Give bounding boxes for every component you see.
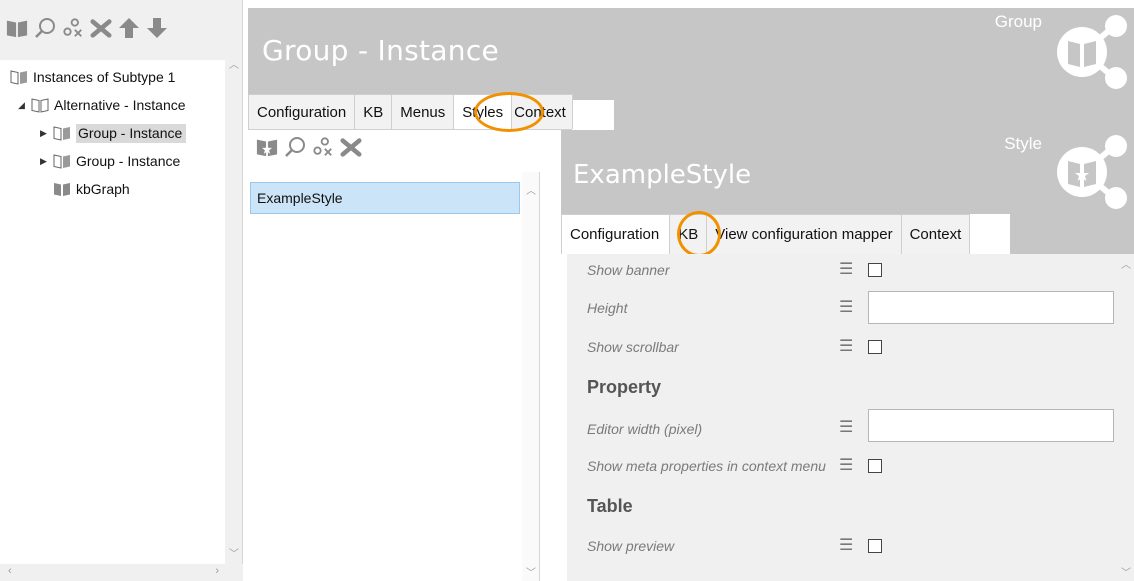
tab-configuration[interactable]: Configuration [561, 214, 671, 254]
scroll-down-icon[interactable]: ﹀ [229, 545, 239, 560]
delete-icon[interactable] [340, 136, 362, 158]
add-style-icon[interactable] [256, 136, 278, 158]
book-icon [54, 183, 70, 196]
collapsed-arrow-icon[interactable]: ▶ [40, 128, 48, 139]
tree-item-label: Group - Instance [76, 123, 187, 143]
book-outline-icon [10, 70, 27, 85]
scroll-up-icon[interactable]: ︿ [229, 56, 239, 71]
property-menu-icon[interactable]: ☰ [839, 420, 853, 436]
tab-styles[interactable]: Styles [453, 94, 513, 129]
style-tabs: Configuration KB View configuration mapp… [561, 214, 971, 254]
show-banner-label: Show banner [587, 262, 670, 278]
tree-item-group-instance-1[interactable]: ▶ Group - Instance [40, 122, 187, 144]
move-down-icon[interactable] [146, 17, 168, 39]
group-tabs: Configuration KB Menus Styles Context [248, 94, 573, 130]
styles-toolbar [256, 136, 362, 158]
height-input[interactable] [868, 291, 1114, 324]
group-share-icon [1044, 12, 1128, 95]
group-kind-label: Group [994, 12, 1042, 31]
scroll-left-icon[interactable]: ‹ [8, 565, 12, 577]
style-header: ExampleStyle Style [561, 130, 1134, 214]
tree-item-label: Group - Instance [76, 153, 181, 169]
styles-list-scrollbar[interactable]: ︿ ﹀ [522, 172, 539, 581]
instance-tree: Instances of Subtype 1 ◢ Alternative - I… [0, 60, 226, 565]
expanded-arrow-icon[interactable]: ◢ [18, 100, 26, 111]
editor-width-label: Editor width (pixel) [587, 421, 703, 437]
scroll-up-icon[interactable]: ︿ [526, 182, 536, 197]
styles-list: ExampleStyle ︿ ﹀ [248, 172, 540, 581]
tree-vertical-scrollbar[interactable]: ︿ ﹀ [225, 52, 242, 564]
tree-toolbar [6, 12, 168, 44]
tree-item-instances-of-subtype-1[interactable]: Instances of Subtype 1 [10, 66, 175, 88]
show-meta-properties-checkbox[interactable] [868, 459, 882, 473]
property-menu-icon[interactable]: ☰ [839, 538, 853, 554]
show-preview-label: Show preview [587, 538, 675, 554]
scroll-down-icon[interactable]: ﹀ [526, 564, 536, 579]
scroll-down-icon[interactable]: ﹀ [1121, 564, 1131, 579]
property-menu-icon[interactable]: ☰ [839, 339, 853, 355]
section-heading-table: Table [587, 496, 633, 516]
tab-menus[interactable]: Menus [391, 94, 455, 129]
show-scrollbar-label: Show scrollbar [587, 339, 679, 355]
editor-width-input[interactable] [868, 409, 1114, 442]
property-menu-icon[interactable]: ☰ [839, 262, 853, 278]
height-label: Height [587, 300, 628, 316]
unlink-icon[interactable] [312, 136, 334, 158]
group-header: Group - Instance Group [248, 8, 1134, 100]
scroll-right-icon[interactable]: › [215, 565, 219, 577]
style-title: ExampleStyle [573, 160, 752, 190]
tree-item-kbgraph[interactable]: kbGraph [53, 178, 130, 200]
section-heading-property: Property [587, 377, 662, 397]
show-preview-checkbox[interactable] [868, 539, 882, 553]
book-icon[interactable] [6, 17, 28, 39]
show-meta-properties-label: Show meta properties in context menu [587, 458, 826, 474]
move-up-icon[interactable] [118, 17, 140, 39]
folder-outline-icon [31, 98, 49, 113]
style-share-icon [1044, 132, 1128, 215]
style-tabs-background [1010, 214, 1134, 254]
search-icon[interactable] [284, 136, 306, 158]
show-scrollbar-checkbox[interactable] [868, 340, 882, 354]
tree-item-label: Instances of Subtype 1 [33, 69, 176, 85]
group-title: Group - Instance [262, 34, 500, 67]
tab-kb[interactable]: KB [354, 94, 393, 129]
tab-kb[interactable]: KB [669, 214, 708, 254]
tab-context[interactable]: Context [511, 94, 573, 129]
tree-horizontal-scrollbar[interactable]: ‹ › [0, 564, 243, 581]
show-banner-checkbox[interactable] [868, 263, 882, 277]
tree-pane: Instances of Subtype 1 ◢ Alternative - I… [0, 0, 243, 581]
book-outline-icon [53, 154, 70, 169]
collapsed-arrow-icon[interactable]: ▶ [40, 156, 48, 167]
tree-item-label: kbGraph [76, 181, 130, 197]
property-menu-icon[interactable]: ☰ [839, 458, 853, 474]
search-icon[interactable] [34, 17, 56, 39]
list-item-examplestyle[interactable]: ExampleStyle [250, 182, 520, 214]
scroll-up-icon[interactable]: ︿ [1121, 256, 1131, 271]
tab-context[interactable]: Context [900, 214, 971, 254]
tree-item-label: Alternative - Instance [54, 97, 186, 113]
property-menu-icon[interactable]: ☰ [839, 300, 853, 316]
style-properties: Show banner ☰ Height ☰ Show scrollbar ☰ … [567, 254, 1134, 581]
tab-view-configuration-mapper[interactable]: View configuration mapper [706, 214, 902, 254]
book-outline-icon [53, 126, 70, 141]
group-tabs-background [614, 94, 1134, 130]
tree-item-alternative-instance[interactable]: ◢ Alternative - Instance [18, 94, 186, 116]
tree-item-group-instance-2[interactable]: ▶ Group - Instance [40, 150, 180, 172]
delete-icon[interactable] [90, 17, 112, 39]
style-kind-label: Style [1004, 134, 1042, 153]
properties-scrollbar[interactable]: ︿ ﹀ [1117, 254, 1134, 581]
unlink-icon[interactable] [62, 17, 84, 39]
tab-configuration[interactable]: Configuration [248, 94, 356, 129]
